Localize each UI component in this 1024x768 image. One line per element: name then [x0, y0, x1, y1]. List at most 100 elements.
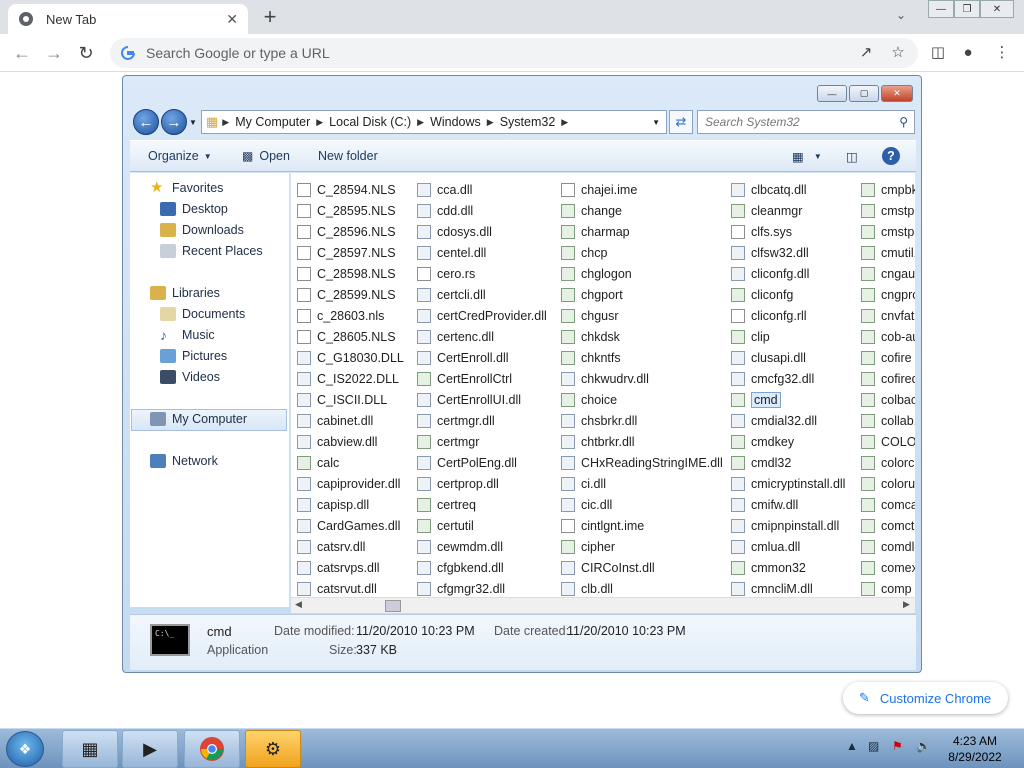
file-item[interactable]: choice — [561, 389, 723, 410]
file-item[interactable]: cmifw.dll — [731, 494, 845, 515]
file-item[interactable]: catsrvut.dll — [297, 578, 404, 599]
file-item[interactable]: CertPolEng.dll — [417, 452, 547, 473]
star-icon[interactable]: ☆ — [888, 42, 908, 62]
profile-icon[interactable]: ● — [958, 42, 978, 62]
file-item[interactable]: cmstpl — [861, 221, 915, 242]
window-minimize-button[interactable]: — — [928, 0, 954, 18]
search-input[interactable]: Search System32 ⚲ — [697, 110, 915, 134]
file-item[interactable]: cmcfg32.dll — [731, 368, 845, 389]
file-item[interactable]: cmdkey — [731, 431, 845, 452]
view-options-button[interactable]: ▦ ▼ — [792, 149, 822, 164]
file-item[interactable]: clfs.sys — [731, 221, 845, 242]
file-item[interactable]: cintlgnt.ime — [561, 515, 723, 536]
file-item[interactable]: chgport — [561, 284, 723, 305]
file-item[interactable]: certmgr — [417, 431, 547, 452]
file-item[interactable]: cofired — [861, 368, 915, 389]
window-restore-button[interactable]: ❐ — [954, 0, 980, 18]
taskbar-media-player-icon[interactable]: ▶ — [122, 730, 178, 768]
nav-videos[interactable]: Videos — [160, 370, 220, 384]
nav-desktop[interactable]: Desktop — [160, 202, 228, 216]
scroll-right-icon[interactable]: ▶ — [903, 599, 910, 610]
file-item[interactable]: CIRCoInst.dll — [561, 557, 723, 578]
taskbar-explorer-icon[interactable]: ▦ — [62, 730, 118, 768]
file-item[interactable]: chglogon — [561, 263, 723, 284]
scroll-thumb[interactable] — [385, 600, 401, 612]
file-item[interactable]: clbcatq.dll — [731, 179, 845, 200]
file-item[interactable]: CertEnrollCtrl — [417, 368, 547, 389]
file-item[interactable]: cmicryptinstall.dll — [731, 473, 845, 494]
file-item[interactable]: cliconfg.rll — [731, 305, 845, 326]
nav-favorites[interactable]: ★ Favorites — [150, 180, 223, 195]
file-item[interactable]: cic.dll — [561, 494, 723, 515]
reload-icon[interactable]: ↻ — [74, 41, 98, 65]
file-item[interactable]: colorui — [861, 473, 915, 494]
file-item[interactable]: chsbrkr.dll — [561, 410, 723, 431]
file-item[interactable]: ci.dll — [561, 473, 723, 494]
new-tab-button[interactable]: + — [258, 4, 282, 30]
file-item[interactable]: cmutil. — [861, 242, 915, 263]
file-item[interactable]: C_28595.NLS — [297, 200, 404, 221]
file-item[interactable]: C_28598.NLS — [297, 263, 404, 284]
explorer-forward-icon[interactable]: → — [161, 109, 187, 135]
file-item[interactable]: colbact — [861, 389, 915, 410]
file-item[interactable]: cdd.dll — [417, 200, 547, 221]
breadcrumb-windows[interactable]: Windows — [424, 115, 487, 129]
explorer-back-icon[interactable]: ← — [133, 109, 159, 135]
file-item[interactable]: clb.dll — [561, 578, 723, 599]
file-item[interactable]: CertEnrollUI.dll — [417, 389, 547, 410]
taskbar-chrome-icon[interactable] — [184, 730, 240, 768]
file-item[interactable]: c_28603.nls — [297, 305, 404, 326]
file-item[interactable]: cngpro — [861, 284, 915, 305]
file-item[interactable]: calc — [297, 452, 404, 473]
breadcrumb-separator[interactable]: ▶ — [222, 117, 229, 128]
file-item[interactable]: C_IS2022.DLL — [297, 368, 404, 389]
file-item[interactable]: certenc.dll — [417, 326, 547, 347]
nav-downloads[interactable]: Downloads — [160, 223, 244, 237]
file-item[interactable]: C_28594.NLS — [297, 179, 404, 200]
file-item[interactable]: chgusr — [561, 305, 723, 326]
organize-button[interactable]: Organize ▼ — [148, 149, 212, 163]
file-item[interactable]: cliconfg — [731, 284, 845, 305]
new-folder-button[interactable]: New folder — [318, 149, 378, 163]
file-item[interactable]: comcat — [861, 494, 915, 515]
file-item[interactable]: cfgbkend.dll — [417, 557, 547, 578]
file-item[interactable]: cmpbk — [861, 179, 915, 200]
breadcrumb-system32[interactable]: System32 — [494, 115, 562, 129]
file-item[interactable]: capiprovider.dll — [297, 473, 404, 494]
file-item[interactable]: comctl — [861, 515, 915, 536]
file-item[interactable]: COLOR — [861, 431, 915, 452]
breadcrumb-local-disk[interactable]: Local Disk (C:) — [323, 115, 417, 129]
file-item[interactable]: certCredProvider.dll — [417, 305, 547, 326]
file-item[interactable]: CertEnroll.dll — [417, 347, 547, 368]
explorer-maximize-button[interactable]: ▢ — [849, 85, 879, 102]
file-item[interactable]: CardGames.dll — [297, 515, 404, 536]
file-item[interactable]: charmap — [561, 221, 723, 242]
file-item[interactable]: clip — [731, 326, 845, 347]
nav-libraries[interactable]: Libraries — [150, 286, 220, 300]
file-item[interactable]: C_28605.NLS — [297, 326, 404, 347]
tab-search-chevron-icon[interactable]: ⌄ — [896, 8, 906, 22]
file-item[interactable]: cliconfg.dll — [731, 263, 845, 284]
file-item[interactable]: cabinet.dll — [297, 410, 404, 431]
network-tray-icon[interactable]: ▨ — [868, 739, 879, 753]
file-item[interactable]: cnvfat. — [861, 305, 915, 326]
breadcrumb-separator[interactable]: ▶ — [487, 117, 494, 128]
file-item[interactable]: comdlg — [861, 536, 915, 557]
file-item[interactable]: cipher — [561, 536, 723, 557]
address-dropdown-chevron-icon[interactable]: ▼ — [652, 118, 660, 127]
file-item[interactable]: colorcp — [861, 452, 915, 473]
taskbar-control-panel-icon[interactable]: ⚙ — [245, 730, 301, 768]
file-item[interactable]: cca.dll — [417, 179, 547, 200]
horizontal-scrollbar[interactable]: ◀ ▶ — [291, 597, 915, 613]
nav-recent-places[interactable]: Recent Places — [160, 244, 263, 258]
file-item[interactable]: C_G18030.DLL — [297, 347, 404, 368]
file-item[interactable]: cmstp — [861, 200, 915, 221]
file-item[interactable]: cewmdm.dll — [417, 536, 547, 557]
file-item[interactable]: cmncliM.dll — [731, 578, 845, 599]
menu-icon[interactable]: ⋮ — [992, 42, 1012, 62]
file-item[interactable]: cmlua.dll — [731, 536, 845, 557]
file-item[interactable]: cmdl32 — [731, 452, 845, 473]
file-item[interactable]: centel.dll — [417, 242, 547, 263]
explorer-minimize-button[interactable]: — — [817, 85, 847, 102]
nav-my-computer[interactable]: My Computer — [150, 412, 247, 426]
